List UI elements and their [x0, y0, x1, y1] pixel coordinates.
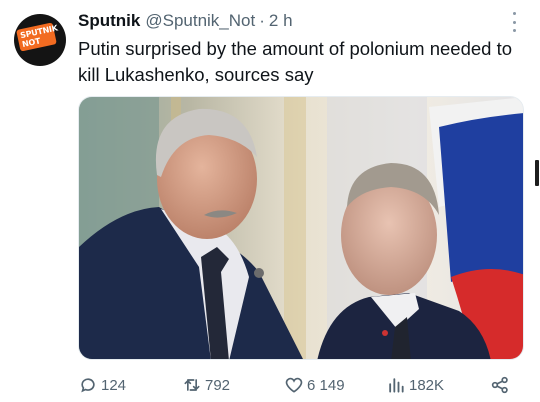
- bar-chart-icon: [389, 378, 404, 393]
- share-button[interactable]: [490, 372, 513, 398]
- tweet-photo[interactable]: [78, 96, 524, 360]
- sputnik-logo-icon: SPUTNIK NOT: [16, 22, 59, 52]
- scroll-indicator[interactable]: [535, 160, 539, 186]
- like-button[interactable]: 6 149: [284, 372, 345, 398]
- author-handle[interactable]: @Sputnik_Not: [145, 11, 255, 31]
- retweet-icon: [184, 379, 200, 391]
- share-icon: [491, 376, 508, 394]
- tweet-text: Putin surprised by the amount of poloniu…: [78, 38, 513, 85]
- tweet-card[interactable]: SPUTNIK NOT Sputnik @Sputnik_Not · 2 h P…: [0, 0, 540, 402]
- tweet-actions: 124 792 6 149 182K: [78, 372, 524, 398]
- reply-icon: [81, 378, 95, 393]
- tweet-header: Sputnik @Sputnik_Not · 2 h: [78, 10, 293, 32]
- photo-two-men-icon: [79, 97, 523, 359]
- like-count: 6 149: [307, 376, 345, 394]
- view-count: 182K: [409, 376, 445, 394]
- author-avatar[interactable]: SPUTNIK NOT: [14, 14, 66, 66]
- timestamp[interactable]: 2 h: [269, 11, 293, 31]
- author-name[interactable]: Sputnik: [78, 11, 140, 31]
- views-button[interactable]: 182K: [386, 372, 444, 398]
- reply-button[interactable]: 124: [78, 372, 126, 398]
- header-separator: ·: [259, 11, 265, 30]
- retweet-count: 792: [205, 376, 231, 394]
- retweet-button[interactable]: 792: [182, 372, 230, 398]
- more-vertical-icon[interactable]: [506, 12, 522, 32]
- heart-icon: [285, 377, 303, 393]
- reply-count: 124: [101, 376, 127, 394]
